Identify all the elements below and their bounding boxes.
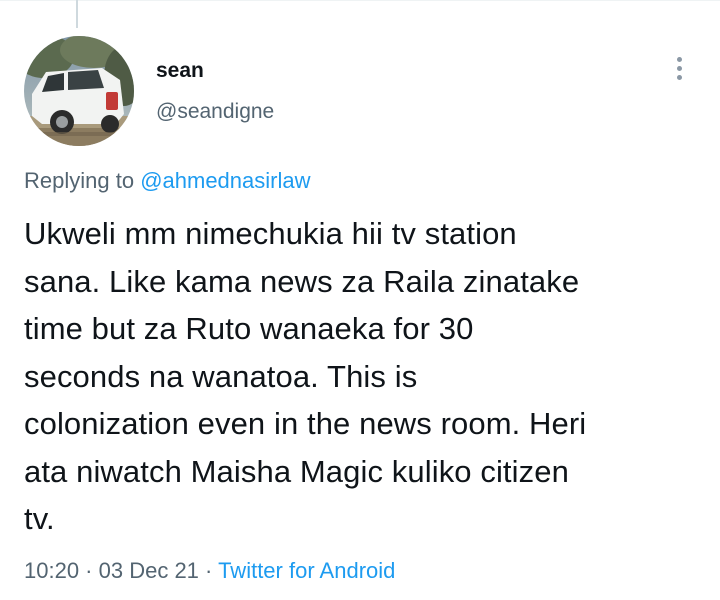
user-info: sean @seandigne xyxy=(156,56,274,126)
display-name[interactable]: sean xyxy=(156,56,274,86)
replying-to-mention-link[interactable]: @ahmednasirlaw xyxy=(140,168,310,193)
meta-separator: · xyxy=(79,558,99,583)
tweet-date[interactable]: 03 Dec 21 xyxy=(99,558,199,583)
user-handle[interactable]: @seandigne xyxy=(156,98,274,126)
more-options-button[interactable] xyxy=(664,50,696,86)
avatar[interactable] xyxy=(24,36,134,146)
tweet-metadata: 10:20 · 03 Dec 21 · Twitter for Android xyxy=(24,556,395,586)
meta-separator: · xyxy=(198,558,219,583)
tweet-text: Ukweli mm nimechukia hii tv station sana… xyxy=(24,216,587,536)
thread-connector-line xyxy=(76,0,78,28)
replying-to-line: Replying to @ahmednasirlaw xyxy=(24,166,310,196)
tweet-source-link[interactable]: Twitter for Android xyxy=(218,558,395,583)
top-divider xyxy=(0,0,720,1)
tweet-time[interactable]: 10:20 xyxy=(24,558,79,583)
avatar-car-photo-icon xyxy=(24,36,134,146)
replying-to-prefix: Replying to xyxy=(24,168,141,193)
